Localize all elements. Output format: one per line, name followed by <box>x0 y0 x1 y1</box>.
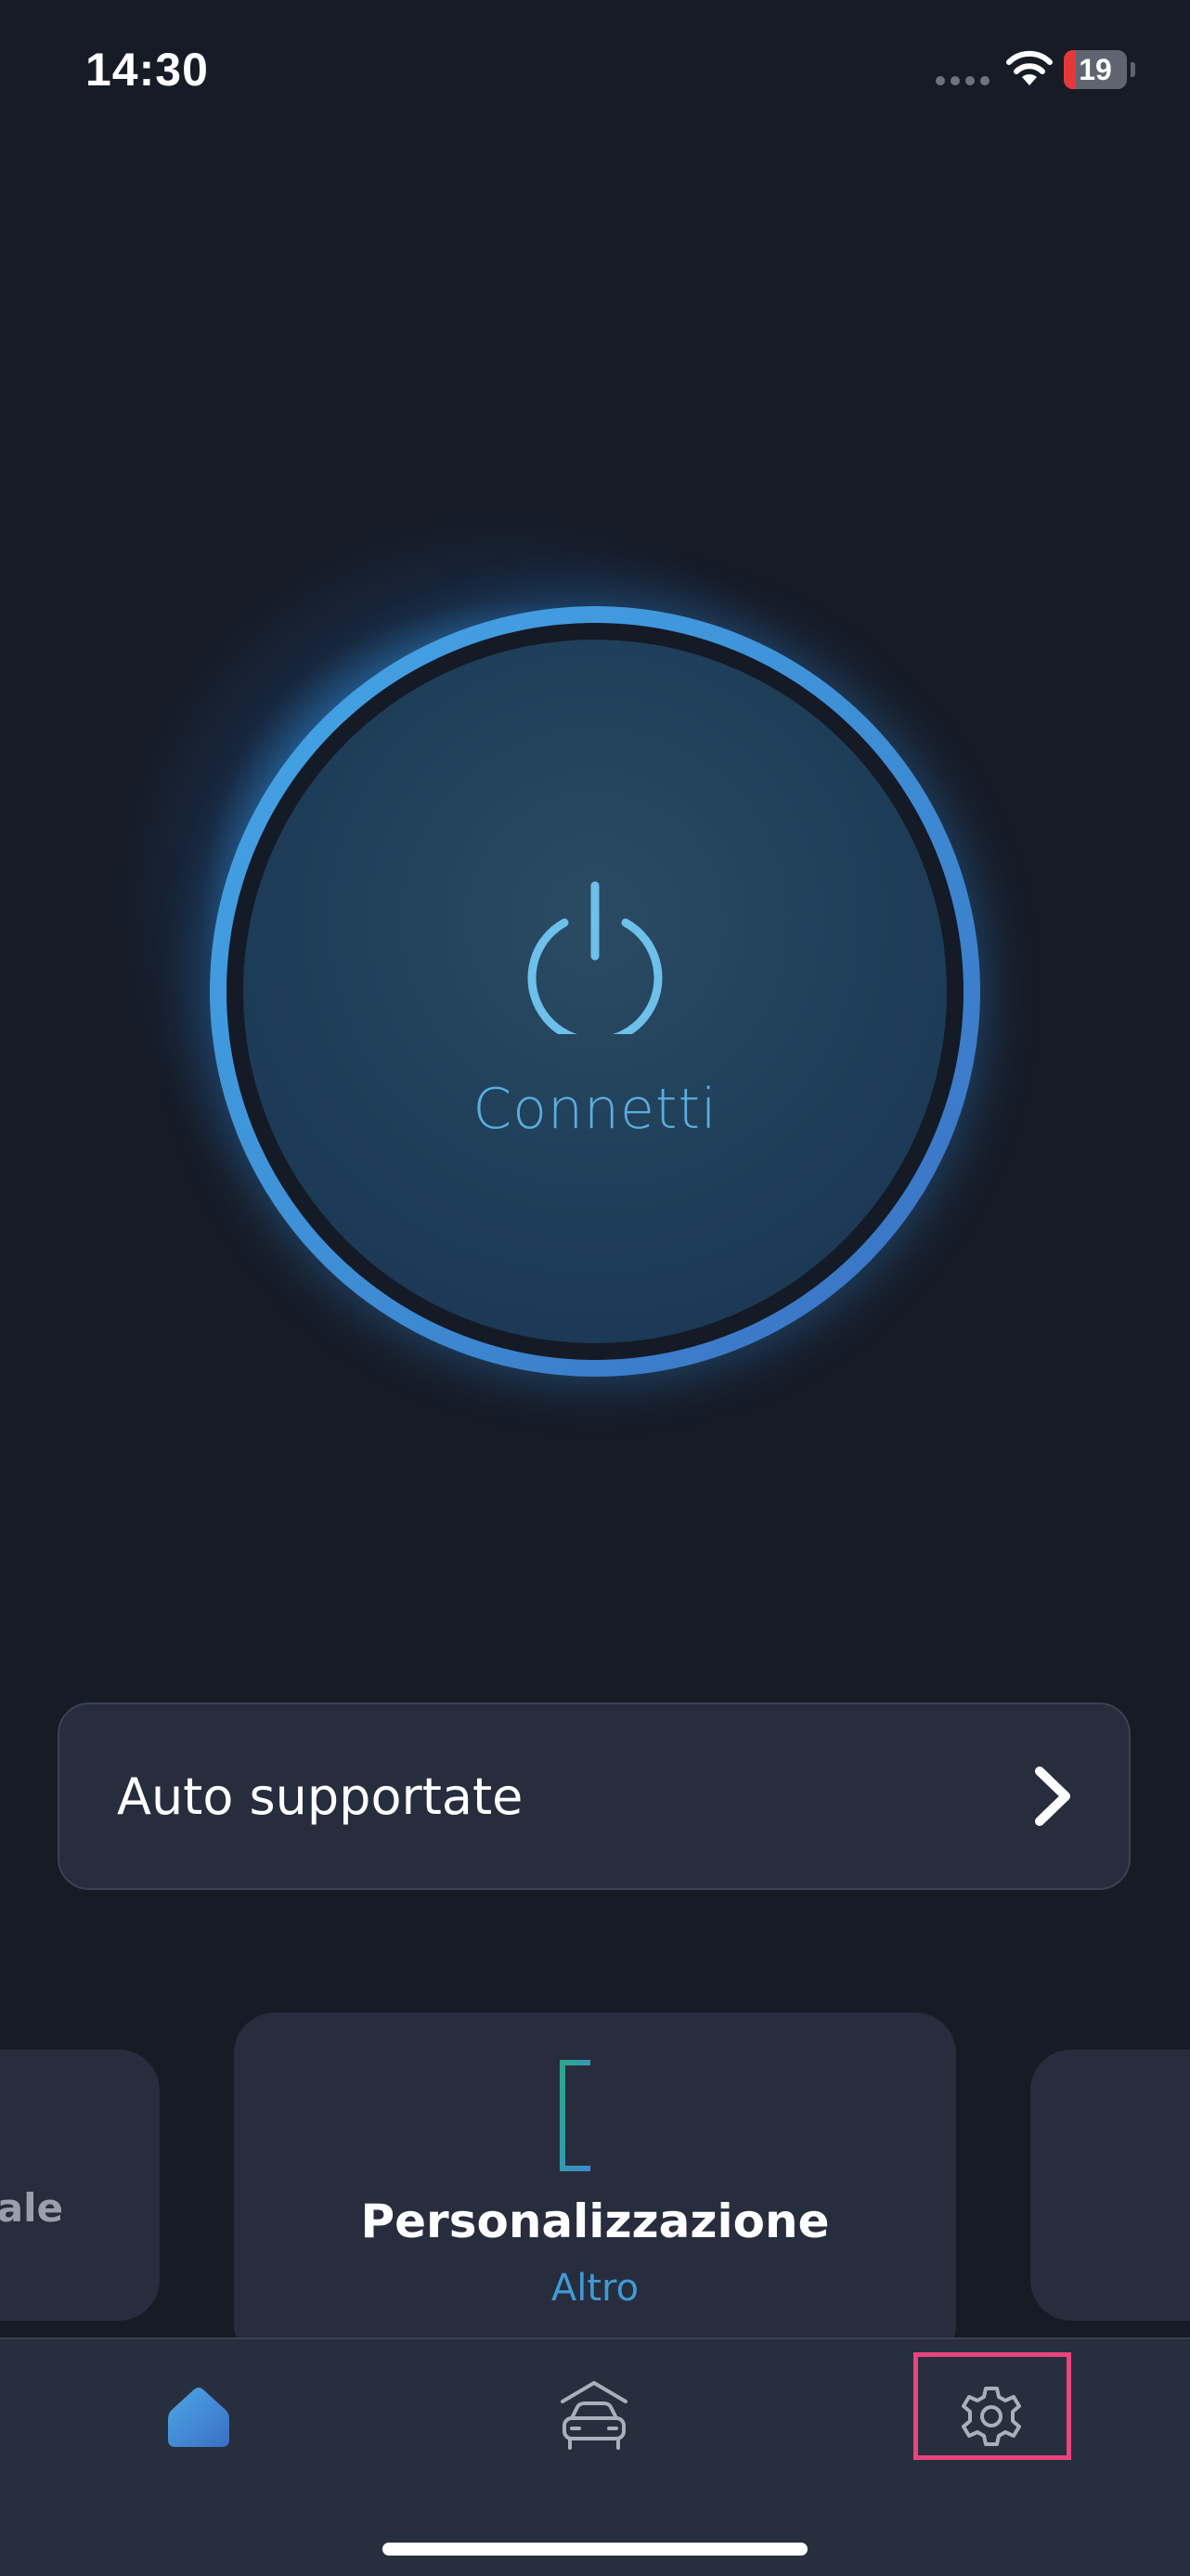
customization-title: Personalizzazione <box>360 2194 830 2248</box>
tab-garage[interactable] <box>529 2365 659 2467</box>
supported-cars-button[interactable]: Auto supportate <box>58 1702 1131 1890</box>
battery-percentage: 19 <box>1079 52 1112 86</box>
home-indicator[interactable] <box>382 2543 808 2556</box>
settings-highlight-box <box>913 2352 1071 2460</box>
cellular-dots-icon <box>936 76 990 85</box>
carousel-card-previous-label: eale <box>0 2185 63 2231</box>
connect-label: Connetti <box>472 1077 718 1142</box>
tab-home[interactable] <box>134 2365 264 2467</box>
carousel-card-customization[interactable]: Personalizzazione Altro <box>234 2013 956 2365</box>
home-screen: 14:30 19 Connetti Auto supportate eale <box>0 0 1190 2576</box>
wifi-icon <box>1006 50 1053 85</box>
battery-cap <box>1131 62 1135 77</box>
power-icon <box>527 881 663 1034</box>
chevron-right-icon <box>1035 1767 1070 1826</box>
carousel-card-previous[interactable]: eale <box>0 2050 160 2321</box>
battery-indicator: 19 <box>1064 50 1127 89</box>
status-time: 14:30 <box>85 44 209 96</box>
customize-sliders-icon <box>560 2060 633 2171</box>
supported-cars-label: Auto supportate <box>117 1767 524 1826</box>
home-icon <box>168 2388 229 2447</box>
customization-subtitle: Altro <box>550 2267 640 2310</box>
carousel-card-next[interactable] <box>1030 2050 1190 2321</box>
tab-bar <box>0 2337 1190 2576</box>
car-garage-icon <box>561 2381 627 2450</box>
